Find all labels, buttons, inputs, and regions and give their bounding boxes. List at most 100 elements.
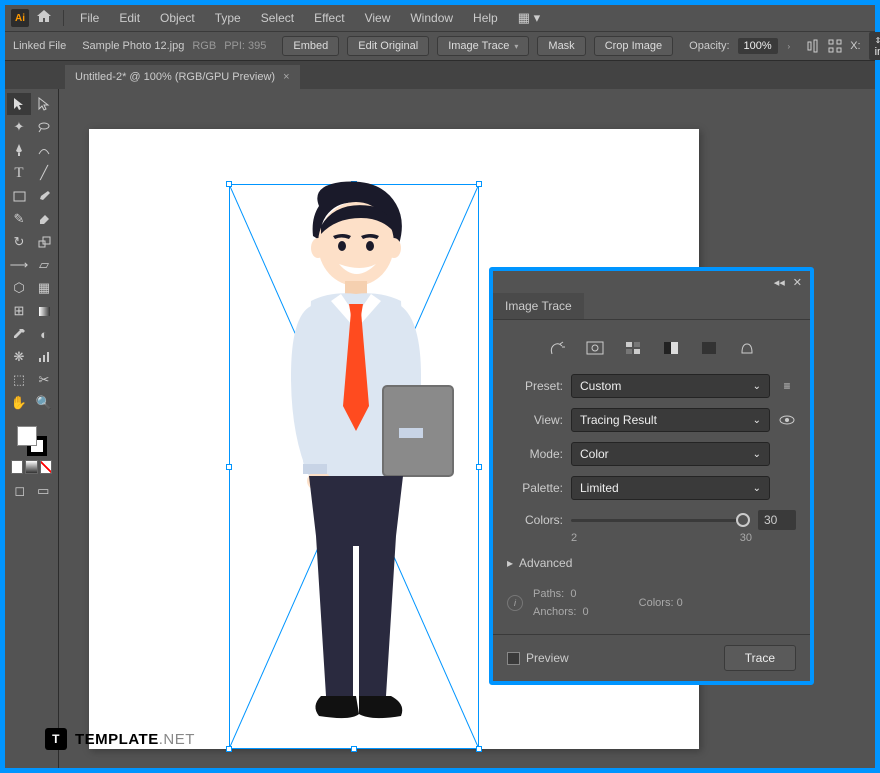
hand-tool[interactable]: ✋ [7,392,31,414]
high-color-icon[interactable] [583,338,607,358]
preset-select[interactable]: Custom⌄ [571,374,770,398]
direct-selection-tool[interactable] [32,93,56,115]
slice-tool[interactable]: ✂ [32,369,56,391]
app-logo-icon: Ai [11,9,29,27]
graph-tool[interactable] [32,346,56,368]
preset-menu-icon[interactable]: ≡ [778,379,796,393]
menu-type[interactable]: Type [207,8,249,28]
menu-edit[interactable]: Edit [111,8,148,28]
menu-window[interactable]: Window [402,8,461,28]
gradient-swatch[interactable] [25,460,37,474]
line-tool[interactable]: ╱ [32,162,56,184]
opacity-field[interactable]: 100% [738,38,778,54]
free-transform-tool[interactable]: ▱ [32,254,56,276]
advanced-toggle[interactable]: ▸ Advanced [507,556,796,570]
selection-bounds[interactable] [229,184,479,749]
collapse-icon[interactable]: ◂◂ [774,276,785,289]
placed-image [241,176,467,741]
close-icon[interactable]: ✕ [793,276,802,289]
mesh-tool[interactable]: ⊞ [7,300,31,322]
lasso-tool[interactable] [32,116,56,138]
perspective-tool[interactable]: ▦ [32,277,56,299]
shaper-tool[interactable]: ✎ [7,208,31,230]
colors-slider[interactable] [571,519,750,522]
paintbrush-tool[interactable] [32,185,56,207]
rectangle-tool[interactable] [7,185,31,207]
auto-color-icon[interactable] [545,338,569,358]
trace-button[interactable]: Trace [724,645,796,671]
artboard-tool[interactable]: ⬚ [7,369,31,391]
shape-builder-tool[interactable]: ⬡ [7,277,31,299]
screen-mode-icon[interactable]: ▭ [33,480,55,502]
eyedropper-tool[interactable] [7,323,31,345]
palette-select[interactable]: Limited⌄ [571,476,770,500]
resize-handle[interactable] [226,746,232,752]
tools-panel: ✦ T╱ ✎ ↻ ⟶▱ ⬡▦ ⊞ ◐ ❋ ⬚✂ ✋🔍 [5,89,59,768]
close-tab-icon[interactable]: × [283,71,289,83]
magic-wand-tool[interactable]: ✦ [7,116,31,138]
gradient-tool[interactable] [32,300,56,322]
colormode-text: RGB [192,40,216,52]
resize-handle[interactable] [476,181,482,187]
align-icon[interactable] [806,37,820,55]
menu-view[interactable]: View [357,8,399,28]
pen-tool[interactable] [7,139,31,161]
canvas[interactable]: ◂◂ ✕ Image Trace Pre [59,89,875,768]
low-color-icon[interactable] [621,338,645,358]
scale-tool[interactable] [32,231,56,253]
x-label: X: [850,40,860,52]
anchors-value: 0 [583,606,589,618]
chevron-right-icon[interactable]: › [788,42,791,51]
layout-switcher-icon[interactable]: ▦ ▾ [518,10,540,26]
outline-icon[interactable] [735,338,759,358]
grayscale-icon[interactable] [659,338,683,358]
mode-select[interactable]: Color⌄ [571,442,770,466]
document-tab[interactable]: Untitled-2* @ 100% (RGB/GPU Preview) × [65,65,300,89]
resize-handle[interactable] [226,464,232,470]
slider-thumb[interactable] [736,513,750,527]
transform-icon[interactable] [828,37,842,55]
crop-image-button[interactable]: Crop Image [594,36,673,56]
curvature-tool[interactable] [32,139,56,161]
info-icon: i [507,595,523,611]
color-swatch[interactable] [11,460,23,474]
embed-button[interactable]: Embed [282,36,339,56]
zoom-tool[interactable]: 🔍 [32,392,56,414]
eraser-tool[interactable] [32,208,56,230]
panel-title-tab[interactable]: Image Trace [493,293,584,319]
symbol-sprayer-tool[interactable]: ❋ [7,346,31,368]
menu-effect[interactable]: Effect [306,8,352,28]
blend-tool[interactable]: ◐ [32,323,56,345]
opacity-label: Opacity: [689,40,729,52]
palette-label: Palette: [507,481,563,495]
type-tool[interactable]: T [7,162,31,184]
view-select[interactable]: Tracing Result⌄ [571,408,770,432]
menu-object[interactable]: Object [152,8,203,28]
resize-handle[interactable] [351,746,357,752]
home-icon[interactable] [33,9,55,28]
black-white-icon[interactable] [697,338,721,358]
rotate-tool[interactable]: ↻ [7,231,31,253]
eye-icon[interactable] [778,414,796,426]
resize-handle[interactable] [476,746,482,752]
draw-mode-icon[interactable]: ◻ [9,480,31,502]
control-bar: Linked File Sample Photo 12.jpg RGB PPI:… [5,31,875,61]
image-trace-panel: ◂◂ ✕ Image Trace Pre [489,267,814,685]
menu-help[interactable]: Help [465,8,506,28]
x-field[interactable]: ⇕ 5.72 in [869,32,880,60]
selection-tool[interactable] [7,93,31,115]
fill-stroke-swatch[interactable] [17,426,47,456]
menu-file[interactable]: File [72,8,107,28]
slider-min-label: 2 [571,532,577,544]
colors-value-field[interactable]: 30 [758,510,796,530]
none-swatch[interactable] [40,460,52,474]
resize-handle[interactable] [476,464,482,470]
width-tool[interactable]: ⟶ [7,254,31,276]
resize-handle[interactable] [226,181,232,187]
mask-button[interactable]: Mask [537,36,585,56]
slider-max-label: 30 [740,532,752,544]
image-trace-button[interactable]: Image Trace ▾ [437,36,529,56]
edit-original-button[interactable]: Edit Original [347,36,429,56]
preview-checkbox[interactable]: Preview [507,651,569,665]
menu-select[interactable]: Select [253,8,302,28]
